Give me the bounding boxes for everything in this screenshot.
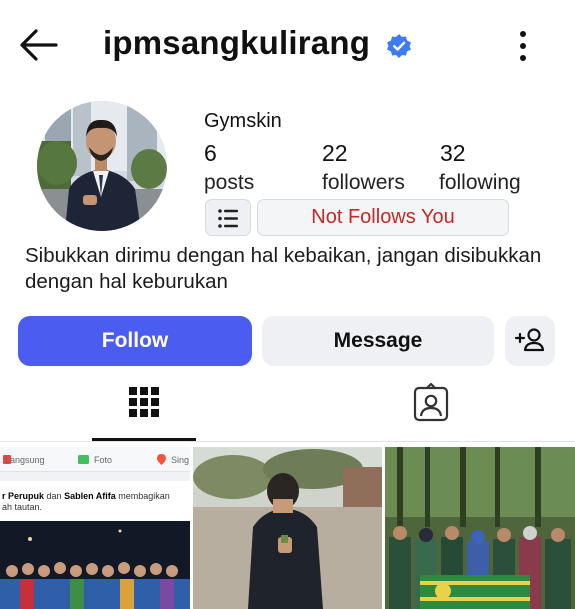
fb-connector: dan xyxy=(46,491,62,501)
following-count[interactable]: 32 xyxy=(440,140,466,167)
add-person-button[interactable] xyxy=(505,316,555,366)
profile-header: ipmsangkulirang xyxy=(0,0,575,92)
follow-button[interactable]: Follow xyxy=(18,316,252,366)
fb-action-bar: Langsung Foto Sing xyxy=(0,447,190,472)
tab-tagged[interactable] xyxy=(383,380,479,440)
fb-name-1: r Perupuk xyxy=(2,491,45,501)
followers-label[interactable]: followers xyxy=(322,171,405,195)
photo-icon xyxy=(78,455,89,464)
post-thumbnail-1[interactable]: Langsung Foto Sing r Perupuk dan Sablen … xyxy=(0,447,190,609)
fb-post-card: r Perupuk dan Sablen Afifa membagikan ah… xyxy=(0,481,190,609)
fb-post-text: r Perupuk dan Sablen Afifa membagikan ah… xyxy=(2,491,188,513)
fb-photo-label: Foto xyxy=(94,455,113,465)
verified-badge-icon xyxy=(387,34,411,58)
profile-display-name: Gymskin xyxy=(204,110,282,132)
profile-bio: Sibukkan dirimu dengan hal kebaikan, jan… xyxy=(25,244,542,293)
more-vertical-icon[interactable] xyxy=(510,28,536,64)
post-photo-3 xyxy=(385,447,575,609)
list-button[interactable] xyxy=(205,199,251,236)
tab-divider xyxy=(0,441,575,442)
relationship-status-badge: Not Follows You xyxy=(257,199,509,236)
avatar-photo xyxy=(37,101,167,231)
post-thumbnail-2[interactable] xyxy=(193,447,382,609)
location-pin-icon xyxy=(157,454,166,465)
profile-username: ipmsangkulirang xyxy=(103,24,371,61)
fb-name-2: Sablen Afifa xyxy=(64,491,116,501)
tagged-person-icon xyxy=(413,382,449,422)
posts-label[interactable]: posts xyxy=(204,171,254,195)
following-label[interactable]: following xyxy=(439,171,521,195)
add-person-icon xyxy=(514,328,545,352)
followers-count[interactable]: 22 xyxy=(322,140,348,167)
fb-rest: membagikan xyxy=(118,491,170,501)
arrow-left-icon[interactable] xyxy=(18,28,58,62)
posts-count[interactable]: 6 xyxy=(204,140,217,167)
fb-live-label: Langsung xyxy=(5,455,45,465)
message-button[interactable]: Message xyxy=(262,316,494,366)
fb-line-2: ah tautan. xyxy=(2,502,43,512)
grid-icon xyxy=(129,387,159,417)
fb-group-photo xyxy=(0,521,190,609)
tab-grid[interactable] xyxy=(92,380,196,440)
post-photo-2 xyxy=(193,447,382,609)
post-thumbnail-3[interactable] xyxy=(385,447,575,609)
profile-avatar[interactable] xyxy=(37,101,167,231)
fb-place-label: Sing xyxy=(171,455,190,465)
list-icon xyxy=(218,209,238,228)
